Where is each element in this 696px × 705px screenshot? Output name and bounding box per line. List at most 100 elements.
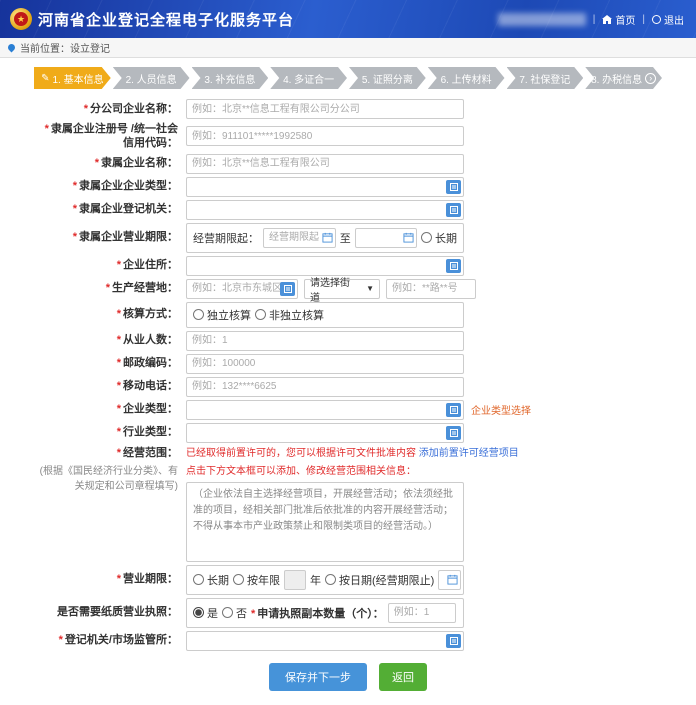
industry-type-label: 行业类型： — [123, 426, 178, 438]
years-suffix-label: 年 — [310, 572, 321, 588]
tab-social-security[interactable]: 7. 社保登记 — [507, 67, 584, 89]
accounting-independent-radio[interactable]: 独立核算 — [193, 307, 251, 323]
company-type-input[interactable] — [186, 400, 464, 420]
address-input[interactable] — [186, 256, 464, 276]
form-row: *企业住所： — [34, 256, 662, 276]
copies-input[interactable] — [388, 603, 456, 623]
postcode-input[interactable] — [186, 354, 464, 374]
calendar-icon[interactable] — [447, 574, 458, 585]
list-picker-icon — [449, 261, 459, 271]
parent-authority-label: 隶属企业登记机关： — [79, 203, 178, 215]
registry-input[interactable] — [186, 631, 464, 651]
national-emblem-logo: ★ — [10, 8, 32, 30]
calendar-icon[interactable] — [322, 232, 333, 243]
street-select[interactable]: 请选择街道 ▼ — [304, 279, 380, 299]
mobile-label: 移动电话： — [123, 380, 178, 392]
business-place-detail-input[interactable] — [386, 279, 476, 299]
form-row: *经营范围： (根据《国民经济行业分类》、有关规定和公司章程填写) 已经取得前置… — [34, 446, 662, 562]
business-place-picker-button[interactable] — [280, 282, 295, 296]
scope-tip-1: 已经取得前置许可的，您可以根据许可文件批准内容 添加前置许可经营项目 — [186, 446, 519, 462]
parent-term-box: 经营期限起： 至 长期 — [186, 223, 464, 253]
list-picker-icon — [449, 405, 459, 415]
accounting-label: 核算方式： — [123, 308, 178, 320]
form-row: *营业期限： 长期 按年限 年 按日期(经营期限止) — [34, 565, 662, 595]
form-row: 是否需要纸质营业执照： 是 否 *申请执照副本数量（个）： — [34, 598, 662, 628]
tab-license-separation[interactable]: 5. 证照分离 — [349, 67, 426, 89]
registry-label: 登记机关/市场监管所： — [65, 634, 178, 646]
save-and-next-button[interactable]: 保存并下一步 — [269, 663, 367, 691]
form-row: *隶属企业注册号 /统一社会信用代码： — [34, 122, 662, 151]
form-row: *从业人数： — [34, 331, 662, 351]
form-row: *分公司企业名称： — [34, 99, 662, 119]
business-scope-textarea[interactable]: （企业依法自主选择经营项目，开展经营活动；依法须经批准的项目，经相关部门批准后依… — [186, 482, 464, 562]
location-pin-icon — [7, 43, 17, 53]
postcode-label: 邮政编码： — [123, 357, 178, 369]
add-prelicense-item-link[interactable]: 添加前置许可经营项目 — [419, 448, 519, 459]
home-label: 首页 — [615, 12, 635, 27]
list-picker-icon — [283, 284, 293, 294]
page-title: 河南省企业登记全程电子化服务平台 — [38, 9, 294, 30]
parent-type-picker-button[interactable] — [446, 180, 461, 194]
parent-authority-input[interactable] — [186, 200, 464, 220]
parent-type-label: 隶属企业企业类型： — [79, 180, 178, 192]
username-redacted — [498, 13, 586, 26]
tab-upload-materials[interactable]: 6. 上传材料 — [428, 67, 505, 89]
form-row: *隶属企业名称： — [34, 154, 662, 174]
industry-type-input[interactable] — [186, 423, 464, 443]
step-tabs: ✎ 1. 基本信息 2. 人员信息 3. 补充信息 4. 多证合一 5. 证照分… — [34, 67, 662, 89]
parent-type-input[interactable] — [186, 177, 464, 197]
basic-info-form: *分公司企业名称： *隶属企业注册号 /统一社会信用代码： *隶属企业名称： *… — [0, 99, 696, 691]
header-divider: | — [593, 14, 596, 25]
breadcrumb-label: 当前位置：设立登记 — [20, 40, 110, 55]
tab-tax-info[interactable]: 8. 办税信息 › — [585, 67, 662, 89]
registry-picker-button[interactable] — [446, 634, 461, 648]
chevron-down-icon: ▼ — [366, 284, 374, 293]
form-row: *隶属企业登记机关： — [34, 200, 662, 220]
home-icon — [602, 15, 612, 24]
parent-term-longterm-radio[interactable]: 长期 — [421, 230, 457, 246]
company-type-picker-button[interactable] — [446, 403, 461, 417]
address-picker-button[interactable] — [446, 259, 461, 273]
form-row: *隶属企业营业期限： 经营期限起： 至 长期 — [34, 223, 662, 253]
paper-license-box: 是 否 *申请执照副本数量（个）： — [186, 598, 464, 628]
tab-supplementary-info[interactable]: 3. 补充信息 — [192, 67, 269, 89]
term-date-radio[interactable]: 按日期(经营期限止) — [325, 572, 434, 588]
business-place-label: 生产经营地： — [112, 282, 178, 294]
parent-code-label: 隶属企业注册号 /统一社会信用代码： — [51, 123, 178, 149]
tab-multi-certificate[interactable]: 4. 多证合一 — [270, 67, 347, 89]
tab-basic-info[interactable]: ✎ 1. 基本信息 — [34, 67, 111, 89]
parent-authority-picker-button[interactable] — [446, 203, 461, 217]
header-bar: ★ 河南省企业登记全程电子化服务平台 | 首页 | 退出 — [0, 0, 696, 38]
parent-name-input[interactable] — [186, 154, 464, 174]
employees-label: 从业人数： — [123, 334, 178, 346]
accounting-non-independent-radio[interactable]: 非独立核算 — [255, 307, 324, 323]
term-long-radio[interactable]: 长期 — [193, 572, 229, 588]
company-type-select-link[interactable]: 企业类型选择 — [471, 402, 531, 417]
chevron-right-circle-icon: › — [645, 73, 656, 84]
form-row: *行业类型： — [34, 423, 662, 443]
term-years-input[interactable] — [284, 570, 306, 590]
logout-label: 退出 — [664, 12, 684, 27]
form-row: *企业类型： 企业类型选择 — [34, 400, 662, 420]
accounting-box: 独立核算 非独立核算 — [186, 302, 464, 328]
parent-code-input[interactable] — [186, 126, 464, 146]
paper-license-yes-radio[interactable]: 是 — [193, 605, 218, 621]
home-link[interactable]: 首页 — [602, 12, 635, 27]
branch-name-input[interactable] — [186, 99, 464, 119]
copies-label: 申请执照副本数量（个）： — [257, 608, 384, 620]
list-picker-icon — [449, 205, 459, 215]
tab-personnel-info[interactable]: 2. 人员信息 — [113, 67, 190, 89]
form-row: *核算方式： 独立核算 非独立核算 — [34, 302, 662, 328]
business-scope-label: 经营范围： — [123, 447, 178, 459]
calendar-icon[interactable] — [403, 232, 414, 243]
employees-input[interactable] — [186, 331, 464, 351]
logout-link[interactable]: 退出 — [652, 12, 684, 27]
term-years-radio[interactable]: 按年限 — [233, 572, 280, 588]
back-button[interactable]: 返回 — [379, 663, 427, 691]
mobile-input[interactable] — [186, 377, 464, 397]
paper-license-no-radio[interactable]: 否 — [222, 605, 247, 621]
term-box: 长期 按年限 年 按日期(经营期限止) — [186, 565, 464, 595]
industry-type-picker-button[interactable] — [446, 426, 461, 440]
form-actions: 保存并下一步 返回 — [34, 663, 662, 691]
address-label: 企业住所： — [123, 259, 178, 271]
